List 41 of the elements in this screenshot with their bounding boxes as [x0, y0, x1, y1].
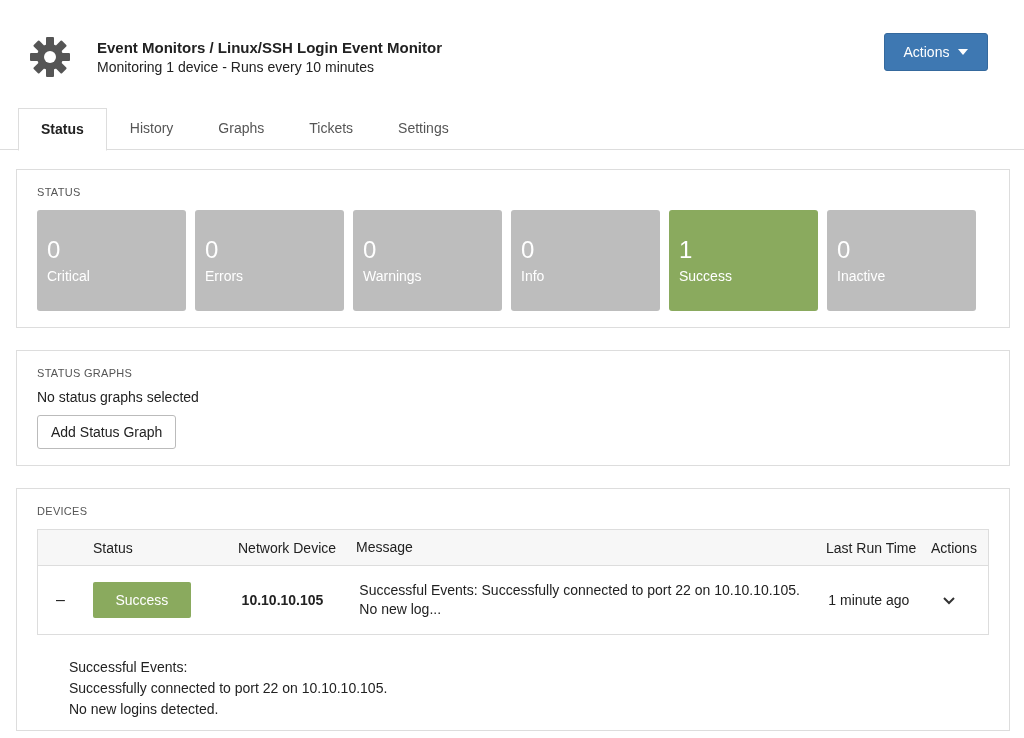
column-header: Status — [93, 539, 134, 556]
section-heading: STATUS — [37, 186, 82, 198]
table-cell-text: Successful Events: Successfully connected to port 22 on 10.10.10.105. No new log... — [359, 581, 801, 619]
detail-text: No new logins detected. — [69, 700, 220, 719]
tile-count: 0 — [837, 236, 852, 264]
tile-label: Critical — [47, 268, 91, 284]
empty-message: No status graphs selected — [37, 389, 200, 405]
tile-label: Warnings — [363, 268, 423, 284]
tab[interactable]: Settings — [376, 108, 471, 149]
detail-text: Successful Events: — [69, 658, 189, 677]
tile-count: 0 — [47, 236, 62, 264]
tile-count: 0 — [521, 236, 536, 264]
section-heading: DEVICES — [37, 505, 89, 517]
tile-label: Errors — [205, 268, 245, 284]
page-title: Event Monitors / Linux/SSH Login Event Monitor — [97, 39, 443, 56]
tab[interactable]: Graphs — [196, 108, 287, 149]
tile-label: Info — [521, 268, 546, 284]
gear-icon — [28, 35, 72, 79]
add-status-graph-button[interactable]: Add Status Graph — [37, 415, 177, 449]
column-header: Network Device — [238, 539, 338, 556]
table-cell-text: 10.10.10.105 — [240, 592, 325, 608]
status-badge: Success — [92, 582, 191, 618]
tab[interactable]: Status — [18, 108, 107, 151]
column-header: Last Run Time — [826, 539, 918, 556]
page-subtitle: Monitoring 1 device - Runs every 10 minutes — [97, 59, 376, 75]
tile-count: 1 — [679, 236, 694, 264]
caret-icon — [958, 49, 969, 55]
chevron-icon — [943, 597, 956, 605]
tile-label: Inactive — [837, 268, 887, 284]
tile-label: Success — [679, 268, 733, 284]
tab[interactable]: History — [107, 108, 196, 149]
column-header: Actions — [931, 539, 978, 556]
actions-button[interactable]: Actions — [884, 33, 988, 71]
section-heading: STATUS GRAPHS — [37, 367, 134, 379]
tile-count: 0 — [363, 236, 378, 264]
collapse-toggle[interactable]: – — [56, 591, 65, 609]
tile-count: 0 — [205, 236, 220, 264]
column-header: Message — [356, 538, 414, 557]
tab[interactable]: Tickets — [287, 108, 376, 149]
table-cell-text: 1 minute ago — [828, 592, 911, 608]
detail-text: Successfully connected to port 22 on 10.10.10.105. — [69, 679, 389, 698]
